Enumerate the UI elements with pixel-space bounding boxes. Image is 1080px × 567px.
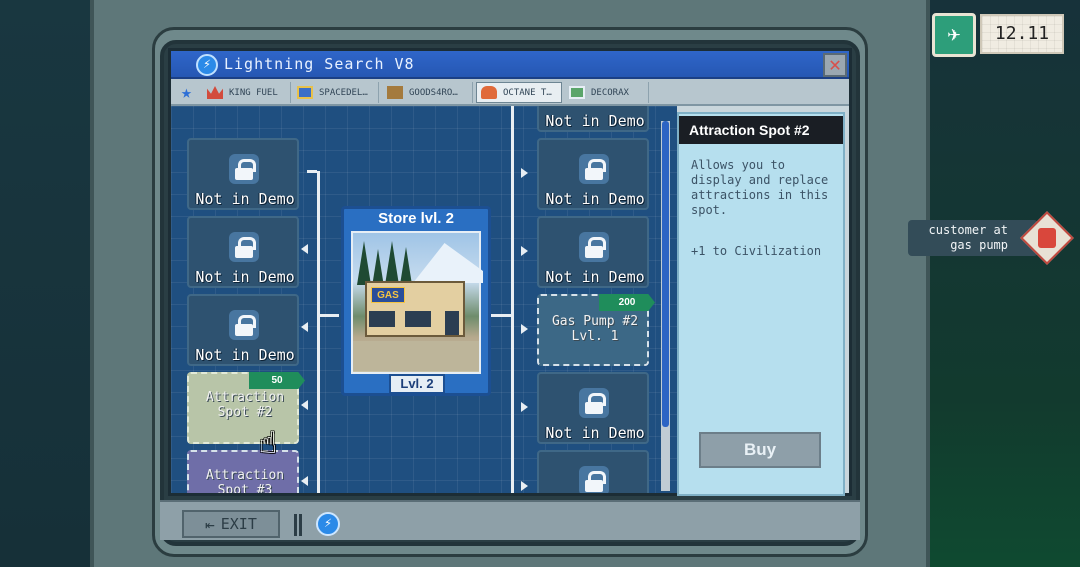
connector-right-vertical: [511, 106, 514, 493]
node-label: Not in Demo: [545, 268, 645, 286]
node-label: Not in Demo: [545, 190, 645, 208]
picture-icon: [569, 86, 585, 99]
tab-label: KING FUEL: [229, 87, 278, 98]
building-window: [369, 311, 395, 327]
upgrade-node-locked[interactable]: Not in Demo: [537, 138, 649, 210]
arrow-left-icon: [301, 476, 308, 486]
lock-icon: [579, 232, 609, 262]
upgrade-node-locked[interactable]: Not in Demo: [187, 138, 299, 210]
crown-icon: [207, 86, 223, 99]
lock-icon: [229, 232, 259, 262]
bottom-bar: ⇤ EXIT ⚡: [160, 500, 860, 540]
mountain-shape: [413, 243, 483, 283]
upgrade-node-gas-pump-2[interactable]: 200 Gas Pump #2 Lvl. 1: [537, 294, 655, 366]
arrow-right-icon: [521, 168, 528, 178]
upgrade-tree: Not in Demo Not in Demo Not in Demo 50 A…: [171, 106, 677, 493]
boomerang-icon[interactable]: ✈: [932, 13, 976, 57]
upgrade-node-locked[interactable]: Not in Demo: [187, 294, 299, 366]
node-label: Not in Demo: [545, 112, 645, 130]
time-display: 12.11: [980, 14, 1064, 54]
bed-icon: [297, 86, 313, 99]
upgrade-node-locked[interactable]: Not in Demo: [537, 106, 649, 132]
building-door: [445, 311, 459, 335]
arrow-right-icon: [521, 324, 528, 334]
car-icon: [481, 86, 497, 99]
lightning-icon: ⚡: [196, 54, 218, 76]
details-description: Allows you to display and replace attrac…: [691, 158, 829, 217]
connector-left-horizontal: [319, 314, 339, 317]
arrow-left-icon: [301, 244, 308, 254]
lock-icon: [579, 388, 609, 418]
arrow-left-icon: [301, 322, 308, 332]
store-level-badge: Lvl. 2: [389, 374, 445, 394]
node-label: Not in Demo: [195, 346, 295, 364]
arrow-right-icon: [521, 246, 528, 256]
arrow-right-icon: [521, 402, 528, 412]
gas-sign: GAS: [371, 287, 405, 303]
node-label: Not in Demo: [545, 424, 645, 442]
building-window: [405, 311, 431, 327]
store-card[interactable]: Store lvl. 2 GAS Lvl. 2: [341, 206, 491, 396]
node-label: Attraction Spot #2: [205, 390, 285, 420]
tab-goods4ro[interactable]: GOODS4RO…: [383, 82, 473, 103]
tab-king-fuel[interactable]: KING FUEL: [203, 82, 291, 103]
exit-label: EXIT: [220, 515, 257, 533]
lightning-button[interactable]: ⚡: [316, 512, 340, 536]
tab-spacedel[interactable]: SPACEDEL…: [293, 82, 379, 103]
tree-shape: [385, 241, 399, 285]
scrollbar-thumb[interactable]: [662, 121, 669, 427]
tab-label: SPACEDEL…: [319, 87, 368, 98]
exit-button[interactable]: ⇤ EXIT: [182, 510, 280, 538]
background-right: [930, 0, 1080, 567]
node-label: Not in Demo: [195, 268, 295, 286]
separator: [294, 514, 302, 536]
tab-label: DECORAX: [591, 87, 629, 98]
store-image: GAS: [351, 231, 483, 374]
window-title: Lightning Search V8: [224, 55, 415, 73]
node-label: Not in Demo: [195, 190, 295, 208]
lock-icon: [229, 154, 259, 184]
store-title: Store lvl. 2: [378, 210, 454, 227]
connector-right-horizontal: [491, 314, 511, 317]
arrow-right-icon: [521, 481, 528, 491]
lock-icon: [579, 466, 609, 493]
exit-arrow-icon: ⇤: [205, 514, 215, 534]
node-label: Attraction Spot #3: [205, 468, 285, 493]
titlebar: ⚡ Lightning Search V8 ✕: [171, 51, 849, 79]
tab-decorax[interactable]: DECORAX: [565, 82, 649, 103]
browser-window: ⚡ Lightning Search V8 ✕ ★ KING FUEL SPAC…: [168, 48, 852, 496]
details-effect: +1 to Civilization: [691, 244, 822, 258]
crate-icon: [387, 86, 403, 99]
tab-label: GOODS4RO…: [409, 87, 458, 98]
tree-shape: [357, 241, 371, 285]
close-button[interactable]: ✕: [823, 53, 847, 77]
favorites-star-icon[interactable]: ★: [181, 82, 192, 103]
node-label: Gas Pump #2 Lvl. 1: [551, 314, 639, 344]
details-title: Attraction Spot #2: [679, 116, 843, 144]
connector-left-vertical: [317, 171, 320, 493]
price-tag: 50: [249, 372, 305, 389]
gas-pump-icon: [1038, 228, 1056, 248]
hand-cursor-icon: ☝: [259, 426, 278, 461]
upgrade-node-locked[interactable]: Not in Demo: [537, 216, 649, 288]
upgrade-node-locked[interactable]: Not in Demo: [537, 372, 649, 444]
upgrade-node-locked[interactable]: [537, 450, 649, 493]
upgrade-node-locked[interactable]: Not in Demo: [187, 216, 299, 288]
background-left: [0, 0, 95, 567]
price-tag: 200: [599, 294, 655, 311]
notification-toast: customer at gas pump: [908, 220, 1038, 256]
tab-bar: ★ KING FUEL SPACEDEL… GOODS4RO… OCTANE T…: [171, 79, 849, 106]
lock-icon: [229, 310, 259, 340]
arrow-left-icon: [301, 400, 308, 410]
tab-label: OCTANE T…: [503, 87, 552, 98]
buy-button[interactable]: Buy: [699, 432, 821, 468]
details-panel: Attraction Spot #2 Allows you to display…: [677, 112, 845, 496]
ground-shape: [353, 341, 479, 371]
tab-octane[interactable]: OCTANE T…: [476, 82, 562, 103]
lock-icon: [579, 154, 609, 184]
connector-stub: [307, 170, 317, 173]
